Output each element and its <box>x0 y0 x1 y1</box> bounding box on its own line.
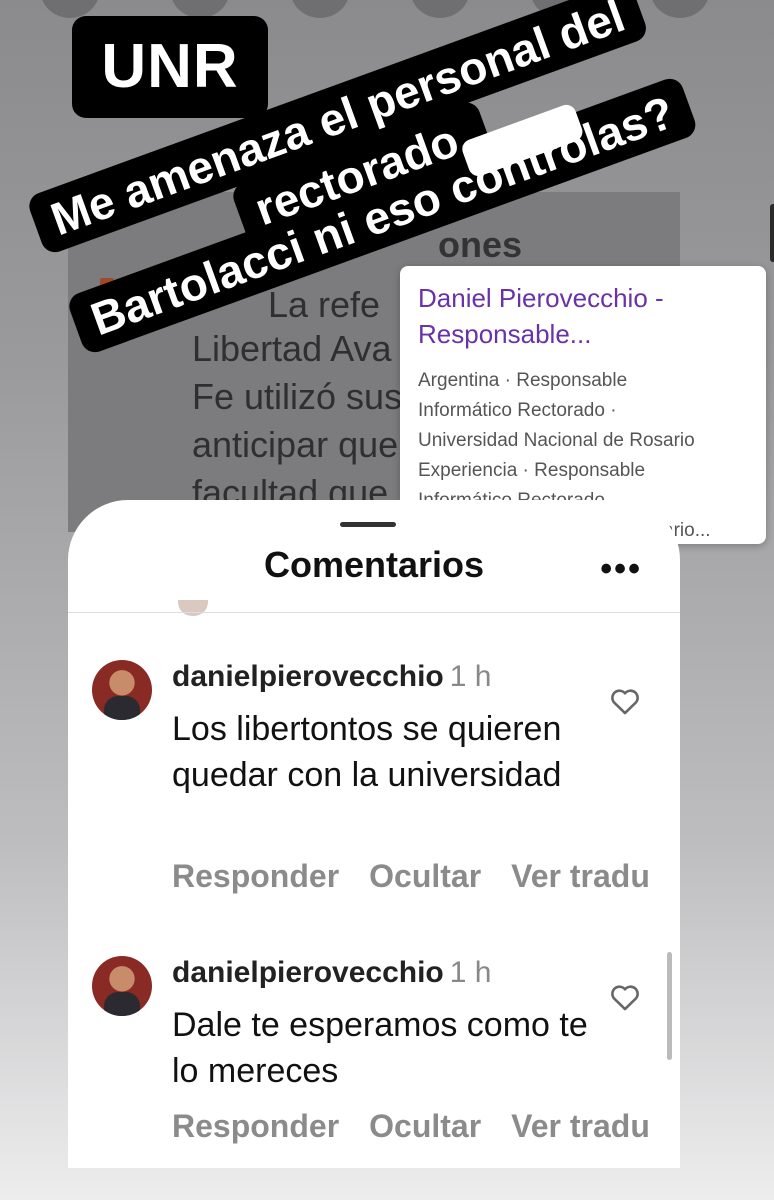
more-options-button[interactable]: ••• <box>600 550 642 589</box>
article-line: Libertad Ava <box>192 328 392 369</box>
comments-panel: Comentarios ••• danielpierovecchio 1 h Lo… <box>68 500 680 1168</box>
drag-handle[interactable] <box>340 522 396 527</box>
comment-username[interactable]: danielpierovecchio <box>172 956 444 989</box>
heart-icon[interactable] <box>608 684 642 718</box>
story-circle <box>410 0 470 18</box>
avatar[interactable] <box>92 956 152 1016</box>
hide-button[interactable]: Ocultar <box>369 858 481 894</box>
scrollbar[interactable] <box>667 952 672 1060</box>
side-marker <box>770 204 774 262</box>
comment-text: Los libertontos se quieren quedar con la… <box>172 710 562 794</box>
story-circle <box>290 0 350 18</box>
translate-button[interactable]: Ver tradu <box>511 858 650 894</box>
story-circle <box>650 0 710 18</box>
reply-button[interactable]: Responder <box>172 1108 339 1144</box>
divider <box>68 612 680 613</box>
hide-button[interactable]: Ocultar <box>369 1108 481 1144</box>
reply-button[interactable]: Responder <box>172 858 339 894</box>
article-heading: ones <box>438 224 523 265</box>
comment-actions: Responder Ocultar Ver tradu <box>172 1108 672 1145</box>
article-line: anticipar que <box>192 424 399 465</box>
comment-time: 1 h <box>449 660 492 693</box>
article-line: Fe utilizó sus <box>192 376 403 417</box>
heart-icon[interactable] <box>608 980 642 1014</box>
article-line: La refe <box>268 284 381 325</box>
comment-actions: Responder Ocultar Ver tradu <box>172 858 672 895</box>
avatar <box>178 600 208 616</box>
panel-title: Comentarios <box>263 544 485 585</box>
more-horizontal-icon: ••• <box>600 550 642 588</box>
comment-header: danielpierovecchio 1 h <box>172 660 491 694</box>
unr-sticker: UNR <box>72 16 268 118</box>
comment-header: danielpierovecchio 1 h <box>172 956 491 990</box>
translate-button[interactable]: Ver tradu <box>511 1108 650 1144</box>
comment-username[interactable]: danielpierovecchio <box>172 660 444 693</box>
avatar[interactable] <box>92 660 152 720</box>
search-result-title[interactable]: Daniel Pierovecchio - Responsable... <box>418 280 748 352</box>
comment-text: Dale te esperamos como te lo mereces <box>172 1006 588 1090</box>
comment-time: 1 h <box>449 956 492 989</box>
